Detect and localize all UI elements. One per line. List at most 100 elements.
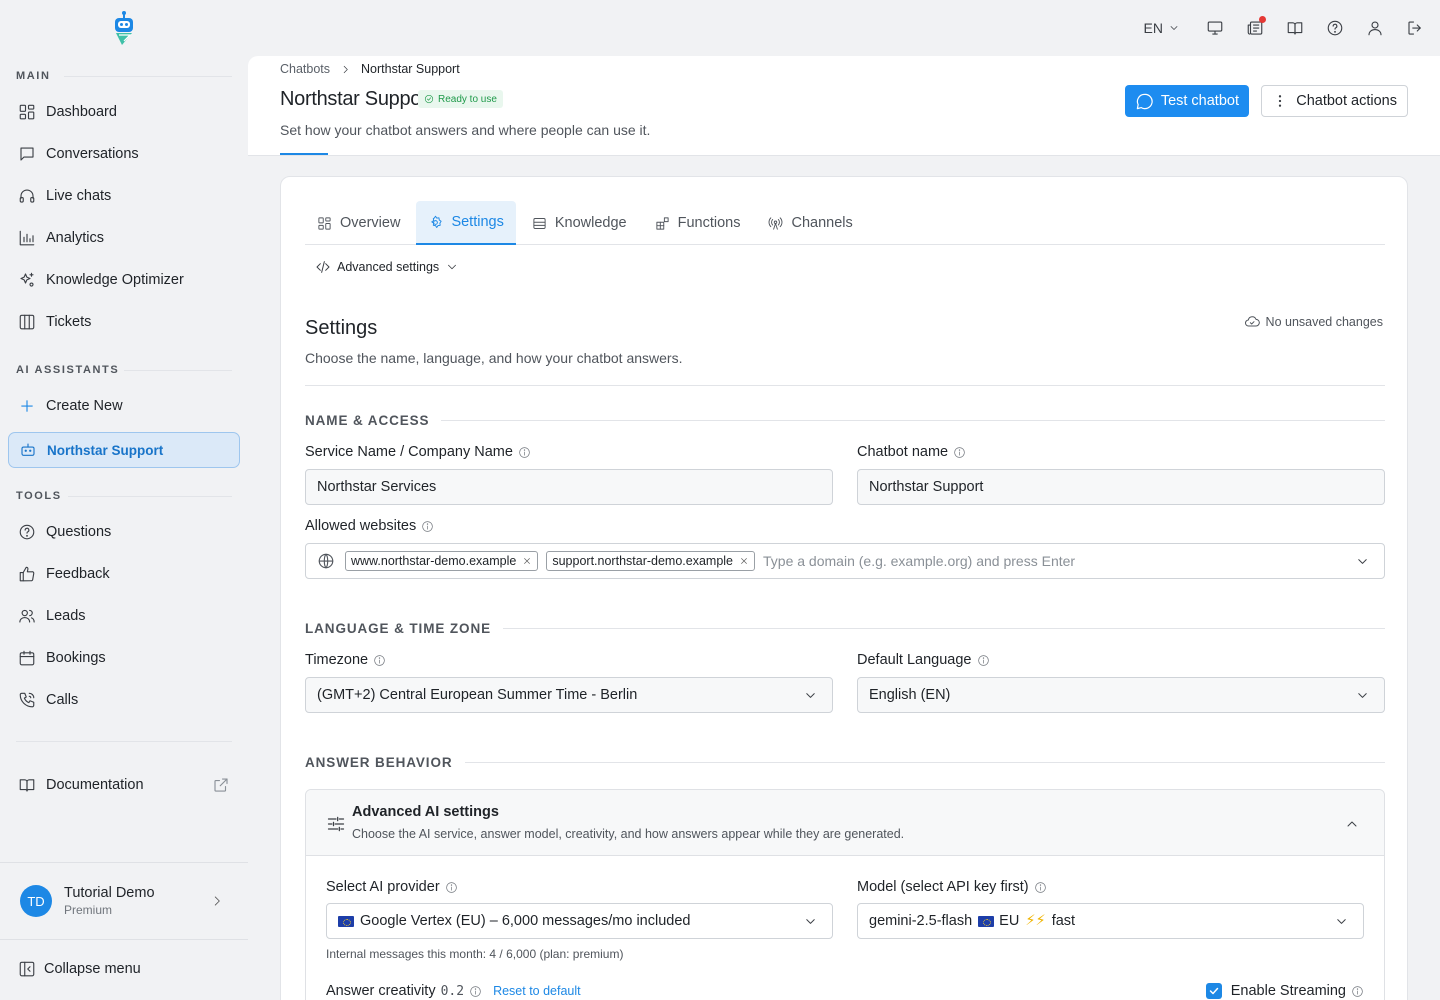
thumbs-up-icon (19, 566, 35, 582)
gear-icon (431, 215, 443, 228)
status-text: Ready to use (438, 93, 497, 105)
open-book-icon (1287, 22, 1303, 35)
ai-provider-label: Select AI provider (326, 879, 458, 895)
language-selector[interactable]: EN (1144, 20, 1180, 36)
service-name-input[interactable]: Northstar Services (305, 469, 833, 505)
info-icon[interactable] (1034, 881, 1047, 894)
logout-icon (1408, 21, 1421, 35)
sidebar-item-bookings[interactable]: Bookings (8, 640, 240, 676)
logout-button[interactable] (1406, 19, 1424, 37)
tab-label: Knowledge (554, 215, 627, 231)
sidebar-item-conversations[interactable]: Conversations (8, 136, 240, 172)
test-chatbot-button[interactable]: Test chatbot (1124, 85, 1249, 117)
default-language-select[interactable]: English (EN) (857, 677, 1385, 713)
external-link-icon (214, 778, 228, 792)
help-button[interactable] (1326, 19, 1344, 37)
group-heading-text: LANGUAGE & TIME ZONE (305, 621, 491, 636)
test-chatbot-label: Test chatbot (1160, 93, 1239, 109)
group-heading-language-time: LANGUAGE & TIME ZONE (305, 621, 1385, 636)
title-accent-bar (280, 153, 328, 155)
tab-label: Overview (340, 215, 401, 231)
model-speed-tag: fast (1051, 913, 1076, 929)
create-new-button[interactable]: Create New (8, 388, 240, 424)
tab-channels[interactable]: Channels (756, 201, 864, 245)
columns-icon (19, 314, 35, 330)
database-icon (533, 217, 546, 229)
reset-to-default-link[interactable]: Reset to default (493, 984, 581, 998)
sidebar-item-northstar-support[interactable]: Northstar Support (8, 432, 240, 468)
info-icon[interactable] (953, 446, 966, 459)
breadcrumb-root[interactable]: Chatbots (280, 62, 330, 76)
collapse-menu-button[interactable]: Collapse menu (18, 960, 141, 978)
language-label: EN (1143, 20, 1163, 36)
chevron-down-icon (1337, 919, 1346, 924)
info-icon[interactable] (421, 520, 434, 533)
sidebar-item-calls[interactable]: Calls (8, 682, 240, 718)
advanced-settings-toggle[interactable]: Advanced settings (315, 259, 459, 275)
tab-functions[interactable]: Functions (643, 201, 753, 245)
label-text: Enable Streaming (1230, 983, 1346, 999)
sidebar-item-feedback[interactable]: Feedback (8, 556, 240, 592)
sidebar-item-knowledge-optimizer[interactable]: Knowledge Optimizer (8, 262, 240, 298)
sidebar-collapse-icon (19, 961, 35, 977)
section-label-tools: TOOLS (16, 490, 62, 502)
sidebar-item-questions[interactable]: Questions (8, 514, 240, 550)
advanced-ai-settings-header[interactable]: Advanced AI settings Choose the AI servi… (306, 790, 1384, 856)
chatbot-actions-button[interactable]: Chatbot actions (1261, 85, 1408, 117)
website-tag: www.northstar-demo.example (345, 551, 539, 571)
model-select[interactable]: gemini-2.5-flash EU ⚡⚡ fast (857, 903, 1364, 939)
monitor-button[interactable] (1206, 19, 1224, 37)
sidebar-item-dashboard[interactable]: Dashboard (8, 94, 240, 130)
profile-button[interactable] (1366, 19, 1384, 37)
tab-overview[interactable]: Overview (305, 201, 412, 245)
monitor-icon (1207, 21, 1223, 35)
chevron-down-icon[interactable] (1355, 554, 1370, 569)
info-icon[interactable] (1351, 985, 1364, 998)
sidebar-item-analytics[interactable]: Analytics (8, 220, 240, 256)
timezone-select[interactable]: (GMT+2) Central European Summer Time - B… (305, 677, 833, 713)
info-icon[interactable] (469, 985, 482, 998)
divider (16, 741, 232, 742)
users-icon (19, 609, 35, 623)
chatbot-name-label: Chatbot name (857, 444, 966, 460)
group-heading-name-access: NAME & ACCESS (305, 413, 1385, 428)
robot-logo-icon[interactable] (110, 10, 138, 46)
save-status: No unsaved changes (1244, 314, 1383, 330)
chevron-down-icon (1358, 693, 1367, 698)
chevron-right-icon (343, 65, 348, 73)
news-button[interactable] (1246, 16, 1266, 37)
chevron-up-icon[interactable] (1344, 816, 1360, 832)
sidebar-item-tickets[interactable]: Tickets (8, 304, 240, 340)
sidebar-item-documentation[interactable]: Documentation (8, 767, 240, 803)
avatar: TD (20, 885, 52, 917)
allowed-websites-input[interactable]: www.northstar-demo.example support.north… (305, 543, 1385, 579)
bar-chart-icon (19, 230, 35, 246)
sidebar-item-leads[interactable]: Leads (8, 598, 240, 634)
info-icon[interactable] (977, 654, 990, 667)
sidebar-item-label: Bookings (46, 650, 106, 666)
group-heading-answer-behavior: ANSWER BEHAVIOR (305, 755, 1385, 770)
info-icon[interactable] (373, 654, 386, 667)
close-icon[interactable] (739, 556, 749, 566)
breadcrumb: Chatbots Northstar Support (280, 62, 460, 76)
streaming-checkbox[interactable] (1205, 983, 1222, 999)
sidebar-item-label: Analytics (46, 230, 105, 246)
close-icon[interactable] (522, 556, 532, 566)
answer-creativity-label: Answer creativity 0.2 Reset to default (326, 983, 581, 999)
user-profile-card[interactable]: TD Tutorial Demo Premium (0, 862, 248, 940)
guide-button[interactable] (1286, 19, 1304, 37)
sidebar-item-label: Leads (46, 608, 86, 624)
ai-provider-select[interactable]: Google Vertex (EU) – 6,000 messages/mo i… (326, 903, 833, 939)
label-text: Model (select API key first) (857, 879, 1029, 895)
enable-streaming-toggle[interactable]: Enable Streaming (1205, 983, 1364, 999)
help-icon (1327, 20, 1343, 36)
divider (68, 496, 232, 497)
info-icon[interactable] (445, 881, 458, 894)
tab-knowledge[interactable]: Knowledge (520, 201, 639, 245)
info-icon[interactable] (518, 446, 531, 459)
sidebar-item-label: Live chats (46, 188, 112, 204)
sidebar-item-live-chats[interactable]: Live chats (8, 178, 240, 214)
tab-settings[interactable]: Settings (416, 201, 516, 245)
chatbot-name-input[interactable]: Northstar Support (857, 469, 1385, 505)
top-bar: EN (1144, 14, 1424, 42)
